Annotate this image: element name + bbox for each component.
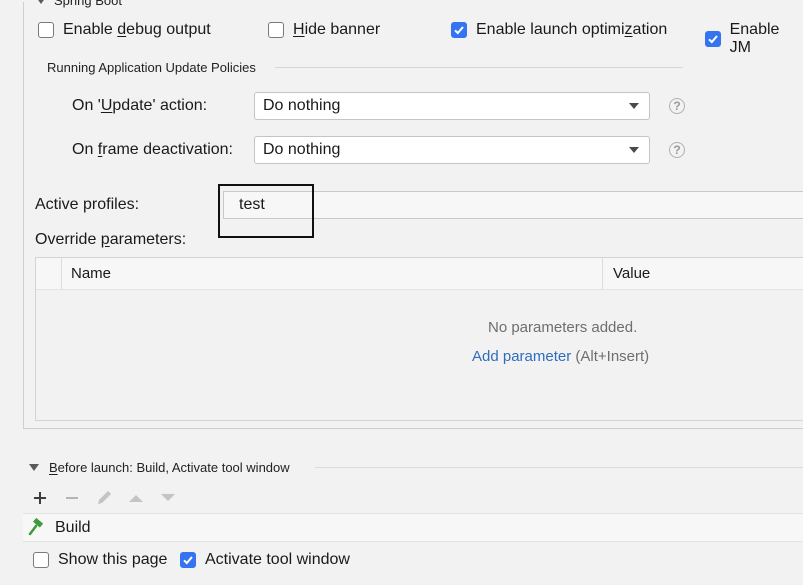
override-parameters-label: Override parameters: — [35, 231, 187, 248]
on-update-action-select[interactable]: Do nothing — [254, 92, 650, 120]
override-parameters-table[interactable]: Name Value No parameters added. Add para… — [35, 257, 803, 421]
before-launch-divider — [315, 467, 803, 468]
checkbox-box[interactable] — [33, 552, 49, 568]
enable-launch-optimization-checkbox[interactable]: Enable launch optimization — [451, 21, 667, 39]
hammer-icon — [27, 517, 47, 538]
enable-jmx-checkbox[interactable]: Enable JM — [705, 21, 803, 57]
empty-table-text: No parameters added. — [488, 319, 638, 336]
highlight-box — [218, 184, 314, 238]
checkbox-box[interactable] — [705, 31, 721, 47]
activate-tool-window-checkbox[interactable]: Activate tool window — [180, 551, 350, 569]
on-update-action-label: On 'Update' action: — [72, 97, 208, 114]
on-update-action-value: Do nothing — [263, 97, 341, 114]
activate-tool-window-label: Activate tool window — [205, 551, 350, 568]
on-frame-deactivation-select[interactable]: Do nothing — [254, 136, 650, 164]
on-frame-deactivation-value: Do nothing — [263, 141, 341, 158]
column-divider[interactable] — [602, 258, 603, 289]
checkbox-box[interactable] — [180, 552, 196, 568]
arrow-down-icon[interactable] — [158, 488, 178, 508]
chevron-down-icon — [629, 103, 639, 109]
add-parameter-shortcut: (Alt+Insert) — [575, 348, 650, 365]
group-divider — [275, 67, 683, 68]
checkbox-box[interactable] — [38, 22, 54, 38]
enable-debug-output-label: Enable debug output — [63, 21, 211, 38]
hide-banner-label: Hide banner — [293, 21, 381, 38]
plus-icon[interactable] — [30, 488, 50, 508]
active-profiles-label: Active profiles: — [35, 196, 140, 213]
add-parameter-link[interactable]: Add parameter — [472, 348, 571, 365]
before-launch-task-build[interactable]: Build — [23, 513, 803, 542]
help-icon[interactable]: ? — [669, 142, 685, 158]
enable-jmx-label: Enable JM — [729, 21, 780, 56]
spring-boot-section-label: Spring Boot — [54, 0, 122, 8]
table-header: Name Value — [36, 258, 803, 290]
chevron-down-icon — [629, 147, 639, 153]
chevron-down-icon — [36, 0, 46, 4]
pencil-icon[interactable] — [94, 488, 114, 508]
minus-icon[interactable] — [62, 488, 82, 508]
update-policies-title: Running Application Update Policies — [47, 60, 256, 75]
enable-debug-output-checkbox[interactable]: Enable debug output — [38, 21, 211, 39]
show-this-page-label: Show this page — [58, 551, 168, 568]
before-launch-section-header[interactable]: Before launch: Build, Activate tool wind… — [29, 460, 290, 475]
enable-launch-optimization-label: Enable launch optimization — [476, 21, 668, 38]
checkbox-box[interactable] — [451, 22, 467, 38]
hide-banner-checkbox[interactable]: Hide banner — [268, 21, 380, 39]
column-header-value[interactable]: Value — [613, 265, 650, 282]
task-label: Build — [55, 518, 91, 536]
chevron-down-icon — [29, 464, 39, 471]
add-parameter-row: Add parameter (Alt+Insert) — [472, 348, 649, 365]
before-launch-toolbar — [30, 488, 178, 508]
spring-boot-section-header[interactable]: Spring Boot — [36, 0, 122, 8]
checkbox-box[interactable] — [268, 22, 284, 38]
column-header-name[interactable]: Name — [71, 265, 111, 282]
help-icon[interactable]: ? — [669, 98, 685, 114]
show-this-page-checkbox[interactable]: Show this page — [33, 551, 167, 569]
on-frame-deactivation-label: On frame deactivation: — [72, 141, 233, 158]
arrow-up-icon[interactable] — [126, 488, 146, 508]
column-divider — [61, 258, 62, 289]
before-launch-label: Before launch: Build, Activate tool wind… — [49, 460, 290, 475]
